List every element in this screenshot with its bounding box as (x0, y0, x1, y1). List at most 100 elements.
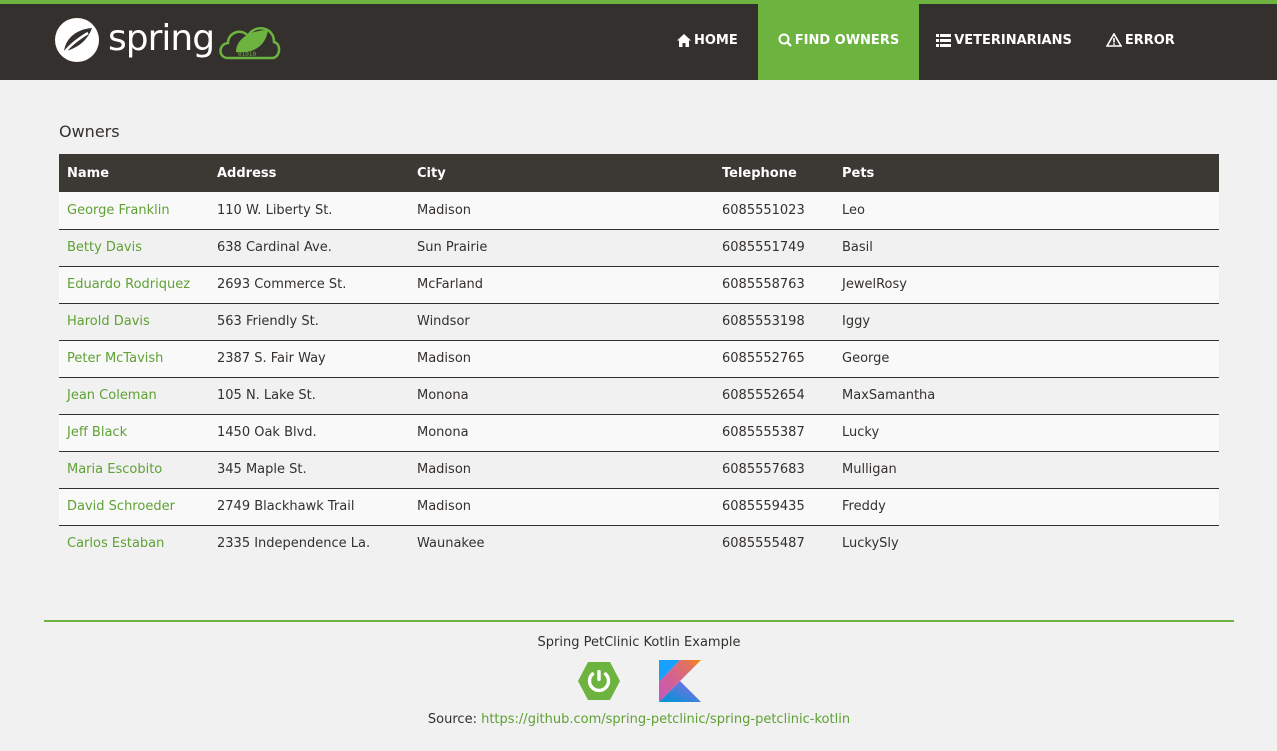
nav-find-owners[interactable]: Find owners (757, 0, 920, 80)
list-icon (936, 33, 952, 47)
warning-icon (1105, 33, 1122, 47)
owner-pets: JewelRosy (834, 266, 1219, 304)
main-nav: Home Find owners Veterinarians Error (660, 0, 1192, 80)
owner-pets: Lucky (834, 414, 1219, 452)
table-row: Eduardo Rodriquez 2693 Commerce St. McFarl… (59, 266, 1219, 304)
owner-city: Madison (409, 451, 714, 489)
owner-address: 1450 Oak Blvd. (209, 414, 409, 452)
nav-error[interactable]: Error (1089, 0, 1192, 80)
owner-city: Windsor (409, 303, 714, 341)
owner-telephone: 6085553198 (714, 303, 834, 341)
owner-telephone: 6085555487 (722, 536, 805, 552)
kotlin-icon (659, 660, 701, 702)
table-row: Jean Coleman 105 N. Lake St. Monona 6085552… (59, 377, 1219, 415)
nav-veterinarians-label: Veterinarians (954, 32, 1072, 48)
owner-telephone: 6085552654 (714, 377, 834, 415)
home-icon (677, 33, 691, 47)
nav-home-label: Home (694, 32, 738, 48)
owner-telephone: 6085559435 (714, 488, 834, 526)
owner-address: 563 Friendly St. (209, 303, 409, 341)
owner-pets: George (834, 340, 1219, 378)
nav-find-owners-label: Find owners (794, 32, 900, 48)
owner-city: Madison (409, 192, 714, 230)
table-row: Maria Escobito 345 Maple St. Madison 608555… (59, 451, 1219, 489)
table-row: Peter McTavish 2387 S. Fair Way Madison 608… (59, 340, 1219, 378)
owner-name-link[interactable]: Harold Davis (67, 314, 150, 329)
owner-address: 105 N. Lake St. (209, 377, 409, 415)
owner-city: McFarland (409, 266, 714, 304)
cell-name: Peter McTavish (59, 340, 209, 378)
brand-name: spring (108, 17, 215, 59)
owner-address: 110 W. Liberty St. (209, 192, 409, 230)
owner-address: 638 Cardinal Ave. (209, 229, 409, 267)
owner-pets: Basil (834, 229, 1219, 267)
owner-name-link[interactable]: George Franklin (67, 203, 170, 218)
owner-name-link[interactable]: Jeff Black (67, 425, 127, 440)
cell-name: George Franklin (59, 192, 209, 230)
column-header-name: Name (67, 165, 110, 181)
column-header-address: Address (217, 165, 277, 181)
owner-city: Madison (409, 488, 714, 526)
cell-name: David Schroeder (59, 488, 209, 526)
nav-veterinarians[interactable]: Veterinarians (919, 0, 1089, 80)
owner-telephone: 6085551749 (714, 229, 834, 267)
owner-pets: Freddy (834, 488, 1219, 526)
owner-telephone: 6085558763 (714, 266, 834, 304)
owner-telephone: 6085555387 (714, 414, 834, 452)
owner-telephone: 6085557683 (714, 451, 834, 489)
owner-address: 345 Maple St. (209, 451, 409, 489)
navbar: spring 01010 Home Find owners Veterinari… (0, 0, 1277, 80)
owner-name-link[interactable]: Jean Coleman (67, 388, 157, 403)
owner-pets: MaxSamantha (834, 377, 1219, 415)
owner-name-link[interactable]: Peter McTavish (67, 351, 163, 366)
footer-title: Spring PetClinic Kotlin Example (537, 635, 741, 650)
owner-name-link[interactable]: Eduardo Rodriquez (67, 277, 190, 292)
footer: Spring PetClinic Kotlin Example Source: … (44, 620, 1234, 727)
owner-name-link[interactable]: Carlos Estaban (67, 536, 164, 551)
cell-name: Eduardo Rodriquez (59, 266, 209, 304)
table-header-row: Name Address City Telephone Pets (59, 154, 1219, 192)
table-row: Betty Davis 638 Cardinal Ave. Sun Prairie 6… (59, 229, 1219, 267)
brand-logo[interactable]: spring 01010 (54, 15, 282, 65)
cell-name: Jean Coleman (59, 377, 209, 415)
table-row: George Franklin 110 W. Liberty St. Madison… (59, 192, 1219, 230)
owner-address: 2335 Independence La. (217, 536, 371, 552)
owner-address: 2693 Commerce St. (209, 266, 409, 304)
owner-pets: Iggy (834, 303, 1219, 341)
spring-leaf-icon (55, 18, 99, 62)
cell-name: Maria Escobito (59, 451, 209, 489)
footer-source: Source: https://github.com/spring-petcli… (44, 712, 1234, 727)
owners-table-body: George Franklin 110 W. Liberty St. Madison… (59, 192, 1219, 562)
owner-pets: Leo (834, 192, 1219, 230)
search-icon (778, 33, 792, 47)
column-header-telephone: Telephone (722, 165, 797, 181)
main-content: Owners Name Address City Telephone Pets … (59, 118, 1219, 562)
owner-name-link[interactable]: Maria Escobito (67, 462, 162, 477)
owner-pets: Mulligan (834, 451, 1219, 489)
footer-source-label: Source: (427, 712, 482, 727)
page-title: Owners (59, 122, 120, 141)
table-row: David Schroeder 2749 Blackhawk Trail Madis… (59, 488, 1219, 526)
owner-city: Waunakee (417, 536, 485, 552)
footer-logos (44, 660, 1234, 702)
footer-source-link[interactable]: https://github.com/spring-petclinic/spri… (481, 712, 850, 727)
owner-telephone: 6085552765 (714, 340, 834, 378)
nav-home[interactable]: Home (660, 0, 758, 80)
owner-address: 2749 Blackhawk Trail (209, 488, 409, 526)
spring-boot-icon (578, 662, 620, 700)
cloud-leaf-icon: 01010 (219, 27, 281, 60)
table-row: Carlos Estaban 2335 Independence La. Wauna… (59, 525, 1219, 562)
owner-city: Sun Prairie (409, 229, 714, 267)
owner-address: 2387 S. Fair Way (209, 340, 409, 378)
owner-name-link[interactable]: David Schroeder (67, 499, 175, 514)
cell-name: Harold Davis (59, 303, 209, 341)
cell-name: Betty Davis (59, 229, 209, 267)
owner-name-link[interactable]: Betty Davis (67, 240, 142, 255)
svg-text:01010: 01010 (238, 51, 256, 58)
cell-name: Jeff Black (59, 414, 209, 452)
owner-city: Monona (409, 377, 714, 415)
table-row: Harold Davis 563 Friendly St. Windsor 60855… (59, 303, 1219, 341)
owner-telephone: 6085551023 (714, 192, 834, 230)
owner-pets: LuckySly (842, 536, 899, 552)
owner-city: Monona (409, 414, 714, 452)
